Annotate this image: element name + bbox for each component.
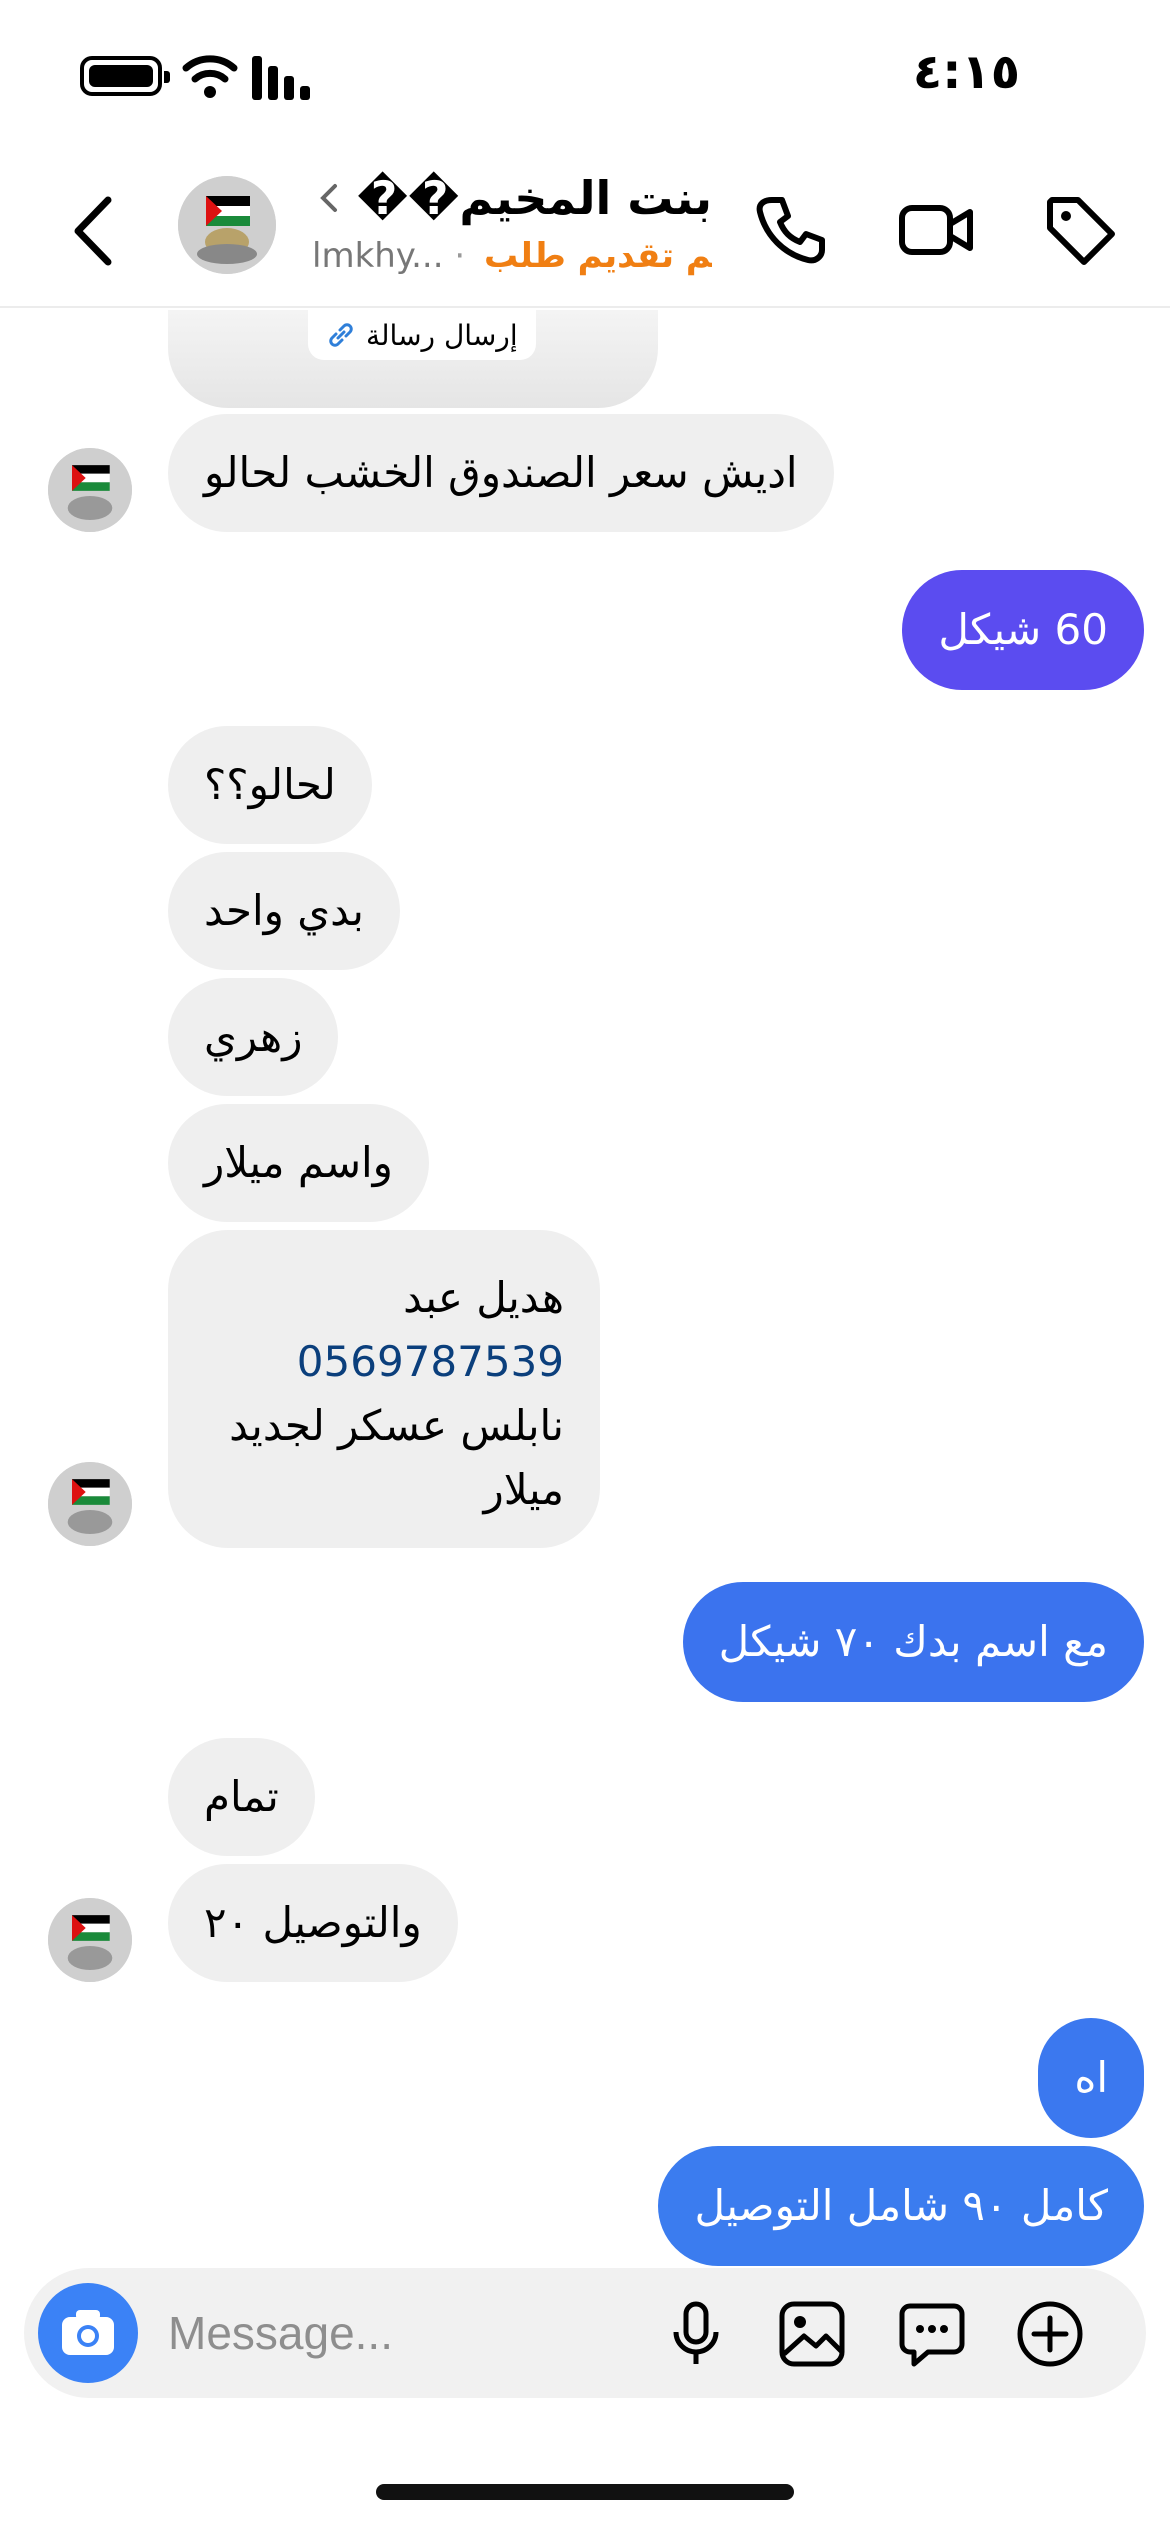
tag-icon[interactable] (1040, 190, 1120, 270)
phone-number-link[interactable]: 0569787539 (204, 1330, 564, 1394)
send-message-link[interactable]: إرسال رسالة (308, 310, 536, 360)
sticker-icon[interactable] (896, 2298, 968, 2370)
gallery-icon[interactable] (776, 2298, 848, 2370)
message-bubble-outgoing[interactable]: كامل ٩٠ شامل التوصيل (658, 2146, 1144, 2266)
chat-header: بنت المخيم�� lmkhy... · تم تقديم طلب (0, 150, 1170, 308)
message-bubble-incoming[interactable]: اديش سعر الصندوق الخشب لحالو (168, 414, 834, 532)
contact-title[interactable]: بنت المخيم�� (312, 168, 712, 228)
avatar[interactable] (48, 448, 132, 532)
message-input[interactable] (168, 2298, 628, 2368)
avatar[interactable] (178, 176, 276, 274)
palestine-flag-avatar-icon (48, 1462, 132, 1546)
message-bubble-incoming[interactable]: لحالو؟؟ (168, 726, 372, 844)
wifi-icon (182, 55, 238, 98)
message-bubble-incoming-multiline[interactable]: هديل عبد 0569787539 نابلس عسكر لجديد ميل… (168, 1230, 600, 1548)
add-circle-icon[interactable] (1014, 2298, 1086, 2370)
avatar[interactable] (48, 1898, 132, 1982)
signal-icon (252, 56, 310, 100)
message-line: نابلس عسكر لجديد (229, 1401, 564, 1450)
message-bubble-outgoing[interactable]: 60 شيكل (902, 570, 1144, 690)
contact-username: lmkhy... (312, 236, 444, 276)
message-bubble-incoming[interactable]: بدي واحد (168, 852, 400, 970)
back-icon[interactable] (60, 186, 130, 276)
message-line: هديل عبد (403, 1273, 564, 1322)
microphone-icon[interactable] (660, 2298, 732, 2370)
phone-icon[interactable] (750, 190, 830, 270)
camera-button[interactable] (38, 2283, 138, 2383)
message-bubble-outgoing[interactable]: اه (1038, 2018, 1144, 2138)
message-bubble-outgoing[interactable]: مع اسم بدك ٧٠ شيكل (682, 1582, 1144, 1702)
palestine-flag-avatar-icon (48, 448, 132, 532)
message-bubble-incoming[interactable]: زهري (168, 978, 339, 1096)
message-thread[interactable]: إرسال رسالة اديش سعر الصندوق الخشب لحالو… (0, 310, 1170, 2270)
chevron-right-icon (320, 184, 337, 212)
palestine-flag-avatar-icon (48, 1898, 132, 1982)
message-line: ميلار (483, 1465, 564, 1514)
shared-post-card[interactable]: إرسال رسالة (168, 310, 658, 408)
message-bubble-incoming[interactable]: والتوصيل ٢٠ (168, 1864, 458, 1982)
home-indicator (376, 2484, 794, 2500)
link-icon (329, 323, 353, 347)
status-bar: ٤:١٥ (0, 0, 1170, 150)
message-bubble-incoming[interactable]: واسم ميلار (168, 1104, 429, 1222)
message-composer (24, 2268, 1146, 2398)
camera-icon (62, 2310, 114, 2355)
battery-icon (80, 56, 170, 96)
status-time: ٤:١٥ (912, 44, 1020, 100)
separator-dot: · (454, 236, 466, 276)
video-call-icon[interactable] (896, 190, 976, 270)
avatar[interactable] (48, 1462, 132, 1546)
palestine-flag-avatar-icon (178, 176, 276, 274)
link-label: إرسال رسالة (366, 318, 518, 352)
order-status-label: تم تقديم طلب (483, 236, 712, 276)
message-bubble-incoming[interactable]: تمام (168, 1738, 315, 1856)
contact-subtitle: lmkhy... · تم تقديم طلب (312, 236, 712, 276)
contact-name: بنت المخيم�� (356, 171, 712, 225)
